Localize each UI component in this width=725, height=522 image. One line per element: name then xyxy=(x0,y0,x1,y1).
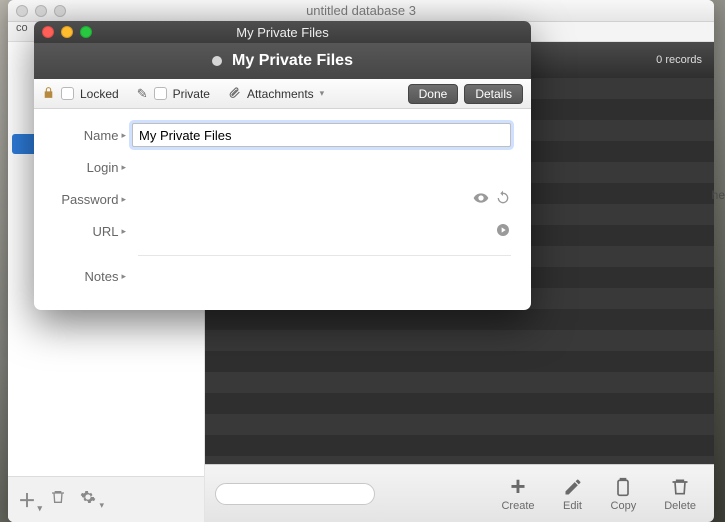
main-titlebar[interactable]: untitled database 3 xyxy=(8,0,714,22)
refresh-icon[interactable] xyxy=(495,190,511,209)
eye-icon[interactable] xyxy=(473,190,489,209)
create-button[interactable]: + Create xyxy=(493,476,542,512)
modal-heading-bar: My Private Files xyxy=(34,43,531,79)
wand-icon: ✎ xyxy=(137,86,148,102)
chevron-down-icon[interactable]: ▸ xyxy=(121,162,126,173)
edit-button[interactable]: Edit xyxy=(555,476,591,512)
gear-icon[interactable]: ▾ xyxy=(80,489,96,510)
table-row[interactable] xyxy=(205,456,714,464)
modal-titlebar[interactable]: My Private Files xyxy=(34,21,531,43)
details-button[interactable]: Details xyxy=(464,84,523,104)
private-label: Private xyxy=(173,87,210,101)
zoom-window-button[interactable] xyxy=(54,5,66,17)
table-row[interactable] xyxy=(205,309,714,330)
delete-button[interactable]: Delete xyxy=(656,476,704,512)
chevron-down-icon[interactable]: ▸ xyxy=(121,130,126,141)
url-input[interactable] xyxy=(132,219,489,243)
notes-input[interactable] xyxy=(132,264,511,288)
record-type-icon xyxy=(212,56,222,66)
url-label: URL xyxy=(92,224,118,239)
modal-close-button[interactable] xyxy=(42,26,54,38)
paperclip-icon xyxy=(228,86,241,102)
name-input[interactable] xyxy=(132,123,511,147)
login-input[interactable] xyxy=(132,155,511,179)
modal-minimize-button[interactable] xyxy=(61,26,73,38)
edit-label: Edit xyxy=(563,500,582,512)
lock-icon xyxy=(42,86,55,102)
edge-text: he xyxy=(712,188,725,202)
table-row[interactable] xyxy=(205,351,714,372)
edit-record-modal: My Private Files My Private Files Locked… xyxy=(34,21,531,310)
add-icon[interactable]: ＋▾ xyxy=(18,487,36,513)
trash-icon[interactable] xyxy=(50,489,66,510)
traffic-lights xyxy=(16,5,66,17)
minimize-window-button[interactable] xyxy=(35,5,47,17)
table-row[interactable] xyxy=(205,393,714,414)
close-window-button[interactable] xyxy=(16,5,28,17)
copy-button[interactable]: Copy xyxy=(603,476,645,512)
chevron-down-icon[interactable]: ▸ xyxy=(121,226,126,237)
create-label: Create xyxy=(501,500,534,512)
modal-zoom-button[interactable] xyxy=(80,26,92,38)
modal-form: Name▸ Login▸ Password▸ URL▸ Notes▸ xyxy=(34,109,531,310)
name-label: Name xyxy=(84,128,119,143)
done-button[interactable]: Done xyxy=(408,84,459,104)
modal-title: My Private Files xyxy=(92,25,473,40)
bottom-toolbar: + Create Edit Copy xyxy=(205,464,714,522)
chevron-down-icon[interactable]: ▸ xyxy=(121,271,126,282)
chevron-down-icon[interactable]: ▾ xyxy=(320,88,325,99)
clipboard-icon xyxy=(613,476,633,498)
records-count: 0 records xyxy=(656,54,702,66)
locked-checkbox[interactable] xyxy=(61,87,74,100)
copy-label: Copy xyxy=(611,500,637,512)
password-label: Password xyxy=(61,192,118,207)
search-field[interactable] xyxy=(228,487,383,501)
play-icon[interactable] xyxy=(495,222,511,241)
private-checkbox[interactable] xyxy=(154,87,167,100)
modal-toolbar: Locked ✎ Private Attachments ▾ Done Deta… xyxy=(34,79,531,109)
sidebar-footer: ＋▾ ▾ xyxy=(8,476,204,522)
search-input[interactable] xyxy=(215,483,375,505)
divider xyxy=(138,255,511,256)
locked-label: Locked xyxy=(80,87,119,101)
notes-label: Notes xyxy=(85,269,119,284)
table-row[interactable] xyxy=(205,372,714,393)
password-input[interactable] xyxy=(132,187,467,211)
modal-traffic-lights xyxy=(42,26,92,38)
table-row[interactable] xyxy=(205,435,714,456)
attachments-label[interactable]: Attachments xyxy=(247,87,314,101)
table-row[interactable] xyxy=(205,414,714,435)
modal-heading: My Private Files xyxy=(232,52,353,70)
trash-icon xyxy=(670,476,690,498)
plus-icon: + xyxy=(510,476,525,498)
delete-label: Delete xyxy=(664,500,696,512)
chevron-down-icon[interactable]: ▸ xyxy=(121,194,126,205)
pencil-icon xyxy=(563,476,583,498)
table-row[interactable] xyxy=(205,330,714,351)
main-window-title: untitled database 3 xyxy=(66,3,656,18)
login-label: Login xyxy=(87,160,119,175)
